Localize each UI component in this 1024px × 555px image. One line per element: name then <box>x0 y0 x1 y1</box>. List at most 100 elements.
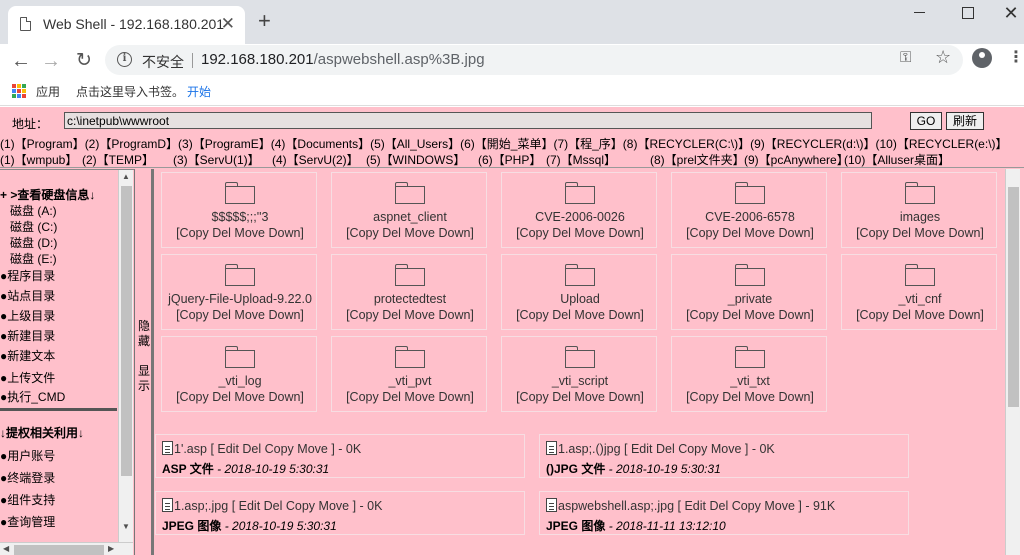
file-actions[interactable]: [ Edit Del Copy Move ] - 0K <box>621 442 775 456</box>
scroll-right-icon[interactable]: ▶ <box>108 544 114 553</box>
directory-actions[interactable]: [Copy Del Move Down] <box>332 226 488 240</box>
directory-name[interactable]: _private <box>672 292 828 306</box>
quicklink[interactable]: (10)【RECYCLER(e:\)】 <box>876 137 1008 151</box>
file-icon[interactable] <box>162 441 173 455</box>
quicklink[interactable]: (7)【程_序】 <box>553 137 622 151</box>
disk-info-header[interactable]: + >查看硬盘信息↓ <box>0 186 95 203</box>
directory-item[interactable]: _vti_txt [Copy Del Move Down] <box>671 336 827 412</box>
sidebar-item[interactable]: ●新建文本 <box>0 347 55 364</box>
quicklink[interactable]: (4)【ServU(2)】 <box>272 151 366 168</box>
path-input[interactable] <box>64 112 872 129</box>
directory-item[interactable]: Upload [Copy Del Move Down] <box>501 254 657 330</box>
scroll-thumb[interactable] <box>1008 187 1019 407</box>
quicklink[interactable]: (8)【RECYCLER(C:\)】 <box>623 137 750 151</box>
sidebar-item[interactable]: ●用户账号 <box>0 447 55 464</box>
file-actions[interactable]: [ Edit Del Copy Move ] - 0K <box>228 499 383 513</box>
directory-item[interactable]: _private [Copy Del Move Down] <box>671 254 827 330</box>
key-icon[interactable]: ⚿ <box>900 49 911 66</box>
reload-icon[interactable]: ↻ <box>71 48 97 74</box>
directory-item[interactable]: CVE-2006-0026 [Copy Del Move Down] <box>501 172 657 248</box>
directory-name[interactable]: jQuery-File-Upload-9.22.0 <box>162 292 318 306</box>
sidebar-item[interactable]: ●终端登录 <box>0 469 55 486</box>
directory-name[interactable]: images <box>842 210 998 224</box>
directory-name[interactable]: CVE-2006-6578 <box>672 210 828 224</box>
file-name[interactable]: 1.asp;.jpg <box>174 499 228 513</box>
profile-icon[interactable] <box>972 48 992 68</box>
directory-name[interactable]: Upload <box>502 292 658 306</box>
quicklink[interactable]: (5)【WINDOWS】 <box>366 151 478 168</box>
directory-name[interactable]: aspnet_client <box>332 210 488 224</box>
drive-link[interactable]: 磁盘 (D:) <box>10 234 57 251</box>
directory-actions[interactable]: [Copy Del Move Down] <box>502 308 658 322</box>
quicklink[interactable]: (8)【prel文件夹】 <box>650 151 745 168</box>
quicklink[interactable]: (10)【Alluser桌面】 <box>844 151 950 168</box>
directory-item[interactable]: protectedtest [Copy Del Move Down] <box>331 254 487 330</box>
window-close-icon[interactable]: ✕ <box>988 0 1024 30</box>
left-horizontal-scrollbar[interactable]: ◀ ▶ <box>0 542 133 555</box>
sidebar-item[interactable]: ●查询管理 <box>0 513 55 530</box>
bookmark-apps[interactable]: 应用 <box>36 83 60 100</box>
sidebar-item[interactable]: ●新建目录 <box>0 327 55 344</box>
tab-close-icon[interactable]: ✕ <box>221 14 235 34</box>
drive-link[interactable]: 磁盘 (E:) <box>10 250 57 267</box>
directory-item[interactable]: _vti_script [Copy Del Move Down] <box>501 336 657 412</box>
directory-name[interactable]: _vti_cnf <box>842 292 998 306</box>
file-actions[interactable]: [ Edit Del Copy Move ] - 91K <box>674 499 836 513</box>
back-icon[interactable]: ← <box>8 48 34 74</box>
drive-link[interactable]: 磁盘 (A:) <box>10 202 57 219</box>
directory-actions[interactable]: [Copy Del Move Down] <box>332 308 488 322</box>
insecure-label[interactable]: 不安全 <box>142 52 184 72</box>
scroll-thumb[interactable] <box>121 186 132 476</box>
sidebar-item[interactable]: ●程序目录 <box>0 267 55 284</box>
directory-actions[interactable]: [Copy Del Move Down] <box>842 308 998 322</box>
folder-icon[interactable] <box>905 182 935 204</box>
folder-icon[interactable] <box>395 182 425 204</box>
directory-item[interactable]: _vti_log [Copy Del Move Down] <box>161 336 317 412</box>
directory-name[interactable]: _vti_log <box>162 374 318 388</box>
file-item[interactable]: 1.asp;.()jpg [ Edit Del Copy Move ] - 0K… <box>539 434 909 478</box>
quicklink[interactable]: (4)【Documents】 <box>271 137 370 151</box>
forward-icon[interactable]: → <box>38 48 64 74</box>
scroll-thumb[interactable] <box>14 545 104 555</box>
folder-icon[interactable] <box>565 182 595 204</box>
directory-item[interactable]: _vti_pvt [Copy Del Move Down] <box>331 336 487 412</box>
file-name[interactable]: 1.asp;.()jpg <box>558 442 621 456</box>
omnibox[interactable]: i 不安全 192.168.180.201/aspwebshell.asp%3B… <box>105 45 963 75</box>
directory-item[interactable]: $$$$$;;;''3 [Copy Del Move Down] <box>161 172 317 248</box>
show-toggle[interactable]: 显示 <box>137 364 151 394</box>
info-icon[interactable]: i <box>117 52 132 67</box>
directory-actions[interactable]: [Copy Del Move Down] <box>162 308 318 322</box>
sidebar-item[interactable]: ●组件支持 <box>0 491 55 508</box>
directory-name[interactable]: CVE-2006-0026 <box>502 210 658 224</box>
quicklink[interactable]: (3)【ProgramE】 <box>178 137 271 151</box>
folder-icon[interactable] <box>225 346 255 368</box>
file-icon[interactable] <box>162 498 173 512</box>
right-vertical-scrollbar[interactable] <box>1005 169 1020 555</box>
folder-icon[interactable] <box>565 264 595 286</box>
folder-icon[interactable] <box>395 346 425 368</box>
url-text[interactable]: 192.168.180.201/aspwebshell.asp%3B.jpg <box>201 51 485 68</box>
directory-name[interactable]: _vti_pvt <box>332 374 488 388</box>
directory-actions[interactable]: [Copy Del Move Down] <box>672 308 828 322</box>
directory-name[interactable]: protectedtest <box>332 292 488 306</box>
quicklink[interactable]: (5)【All_Users】 <box>370 137 460 151</box>
directory-actions[interactable]: [Copy Del Move Down] <box>162 390 318 404</box>
directory-actions[interactable]: [Copy Del Move Down] <box>502 226 658 240</box>
file-icon[interactable] <box>546 498 557 512</box>
quicklink[interactable]: (9)【RECYCLER(d:\)】 <box>750 137 875 151</box>
quicklink[interactable]: (2)【ProgramD】 <box>85 137 178 151</box>
quicklink[interactable]: (7)【Mssql】 <box>546 151 650 168</box>
file-item[interactable]: 1'.asp [ Edit Del Copy Move ] - 0K ASP 文件… <box>155 434 525 478</box>
quicklink[interactable]: (1)【Program】 <box>0 137 85 151</box>
directory-actions[interactable]: [Copy Del Move Down] <box>672 226 828 240</box>
file-name[interactable]: 1'.asp <box>174 442 207 456</box>
file-icon[interactable] <box>546 441 557 455</box>
quicklink[interactable]: (9)【pcAnywhere】 <box>744 151 849 168</box>
go-button[interactable]: GO <box>910 112 942 130</box>
directory-actions[interactable]: [Copy Del Move Down] <box>672 390 828 404</box>
folder-icon[interactable] <box>735 182 765 204</box>
folder-icon[interactable] <box>395 264 425 286</box>
file-name[interactable]: aspwebshell.asp;.jpg <box>558 499 674 513</box>
directory-name[interactable]: $$$$$;;;''3 <box>162 210 318 224</box>
directory-name[interactable]: _vti_txt <box>672 374 828 388</box>
